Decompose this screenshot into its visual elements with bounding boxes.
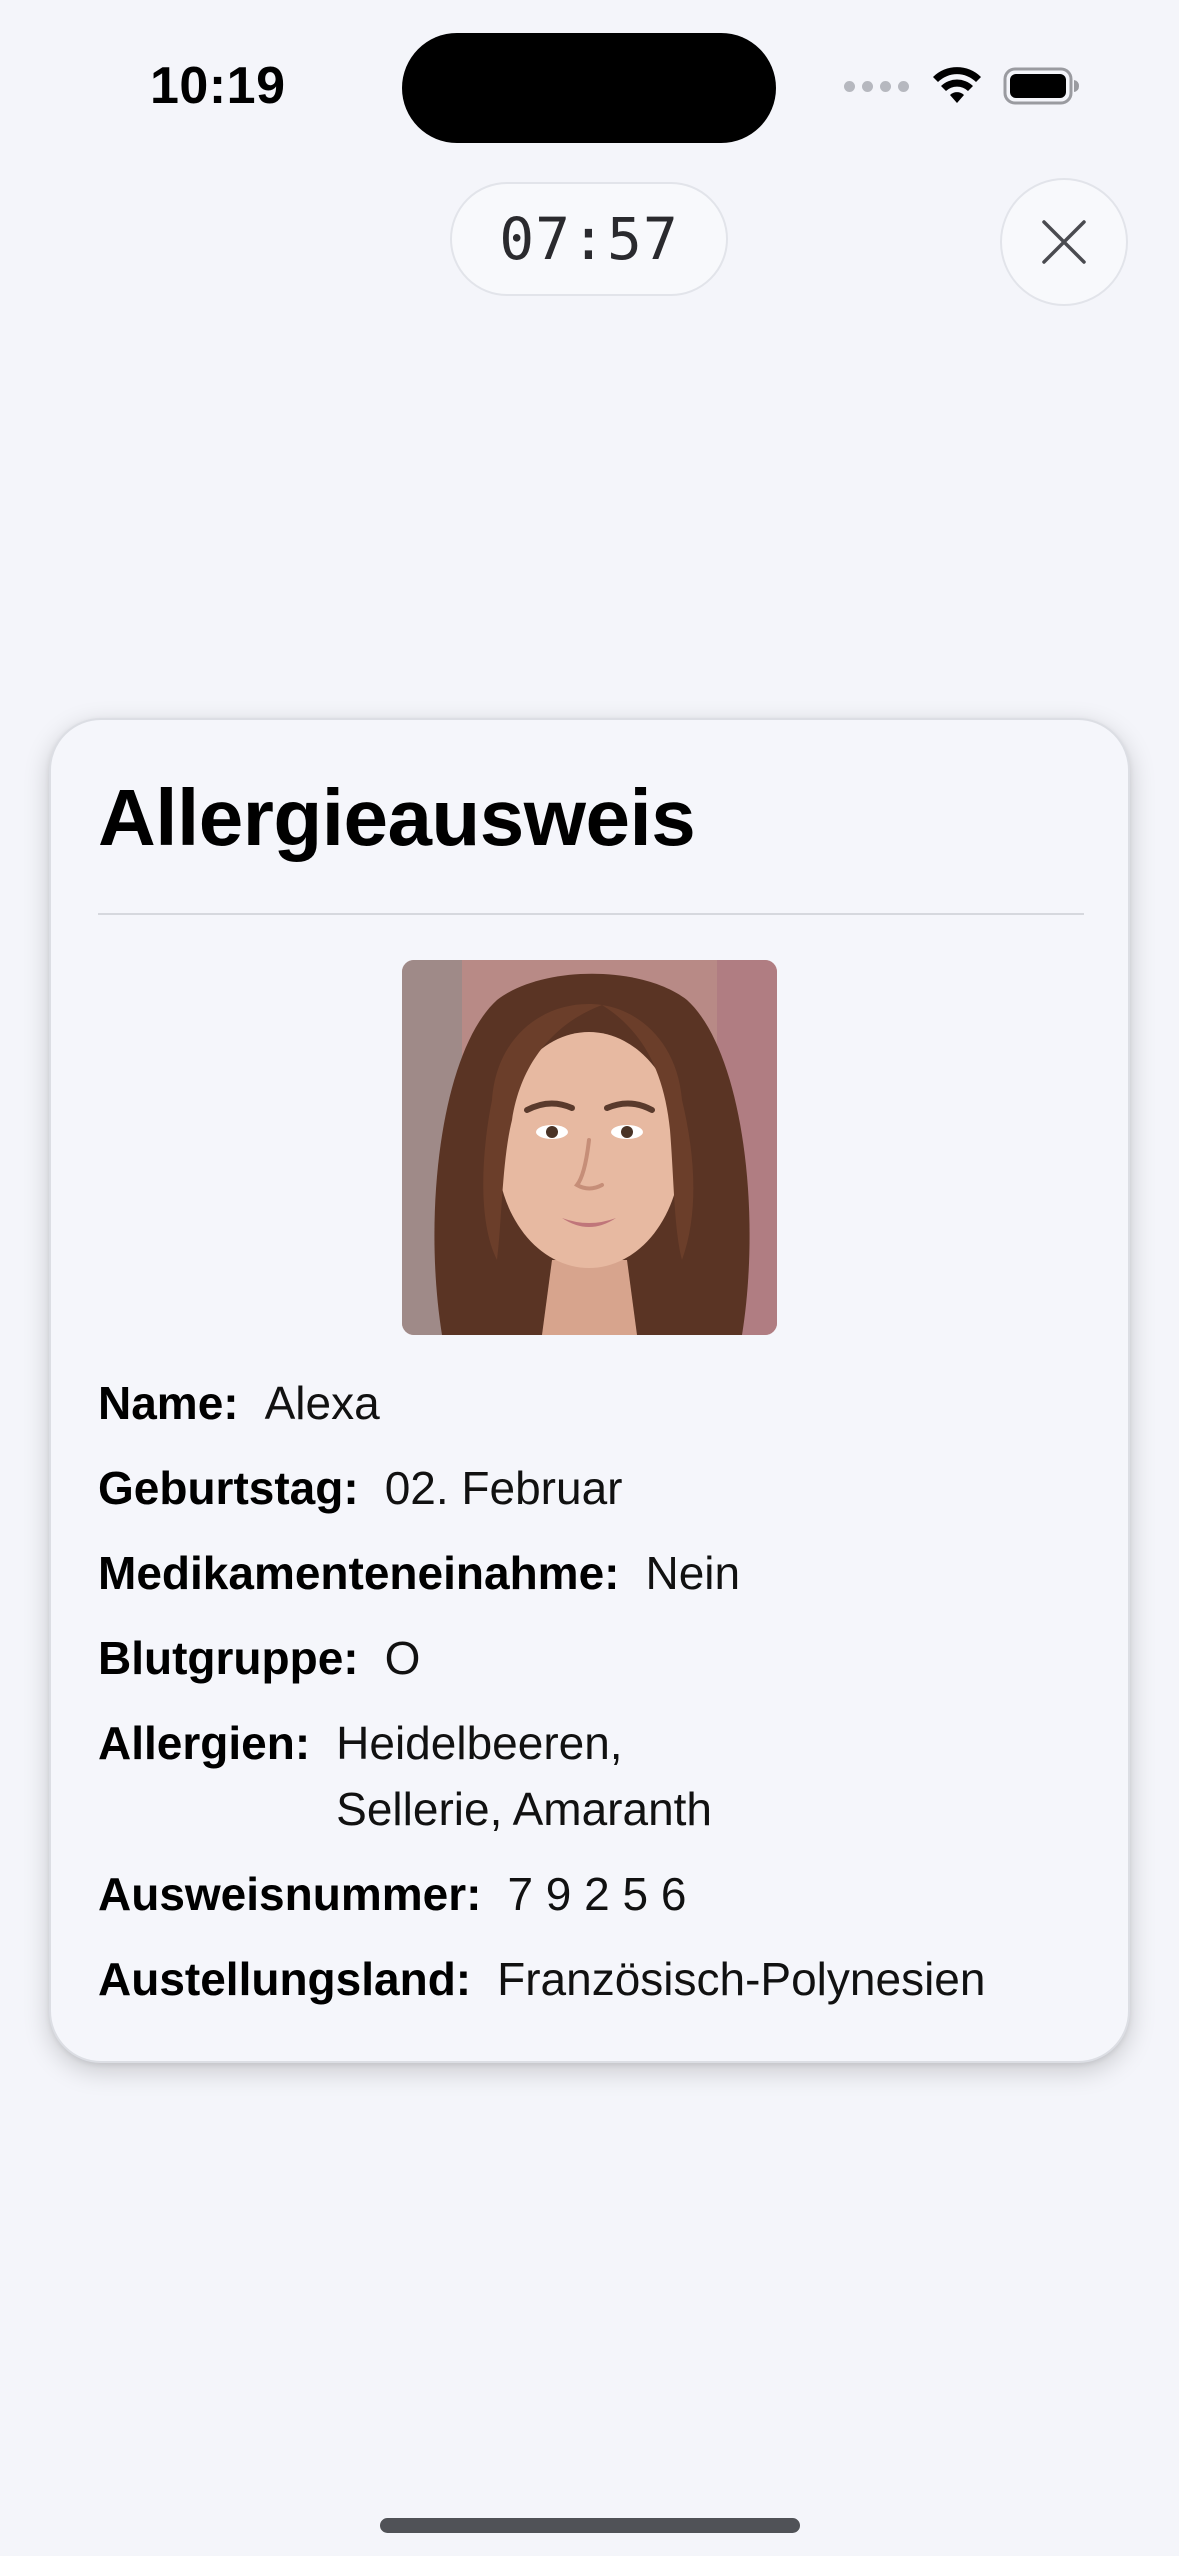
field-id-number: Ausweisnummer: 7 9 2 5 6 — [98, 1861, 1098, 1927]
countdown-timer: 07:57 — [450, 182, 728, 296]
field-label: Allergien: — [98, 1717, 311, 1769]
cellular-dots-icon — [844, 80, 909, 92]
name-value: Alexa — [264, 1377, 380, 1429]
id-number-value: 7 9 2 5 6 — [507, 1868, 687, 1920]
close-icon — [1042, 220, 1086, 264]
blood-type-value: O — [384, 1632, 421, 1684]
status-bar-indicators — [844, 60, 1081, 112]
field-birthday: Geburtstag: 02. Februar — [98, 1455, 1098, 1521]
dynamic-island — [402, 33, 776, 143]
field-medication: Medikamenteneinahme: Nein — [98, 1540, 1098, 1606]
home-indicator[interactable] — [380, 2518, 800, 2533]
portrait-image — [402, 960, 777, 1335]
field-label: Name: — [98, 1377, 239, 1429]
issuing-country-value: Französisch-Polynesien — [497, 1953, 986, 2005]
profile-photo — [402, 960, 777, 1335]
divider — [98, 913, 1084, 915]
allergy-id-card: Allergieausweis Name: Alexa Geburtstag: … — [49, 718, 1130, 2063]
medication-value: Nein — [645, 1547, 741, 1599]
field-issuing-country: Austellungsland: Französisch-Polynesien — [98, 1946, 1098, 2012]
field-label: Geburtstag: — [98, 1462, 359, 1514]
field-allergies: Allergien: Heidelbeeren, Sellerie, Amara… — [98, 1710, 1098, 1842]
card-title: Allergieausweis — [98, 773, 696, 862]
field-label: Blutgruppe: — [98, 1632, 359, 1684]
status-bar-time: 10:19 — [150, 57, 286, 115]
card-details: Name: Alexa Geburtstag: 02. Februar Medi… — [98, 1370, 1098, 2031]
field-label: Medikamenteneinahme: — [98, 1547, 620, 1599]
field-name: Name: Alexa — [98, 1370, 1098, 1436]
field-blood-type: Blutgruppe: O — [98, 1625, 1098, 1691]
field-label: Austellungsland: — [98, 1953, 472, 2005]
wifi-icon — [933, 67, 981, 103]
allergies-value: Heidelbeeren, Sellerie, Amaranth — [336, 1717, 713, 1835]
birthday-value: 02. Februar — [384, 1462, 623, 1514]
battery-icon — [1003, 67, 1079, 105]
close-button[interactable] — [1000, 178, 1128, 306]
field-label: Ausweisnummer: — [98, 1868, 482, 1920]
